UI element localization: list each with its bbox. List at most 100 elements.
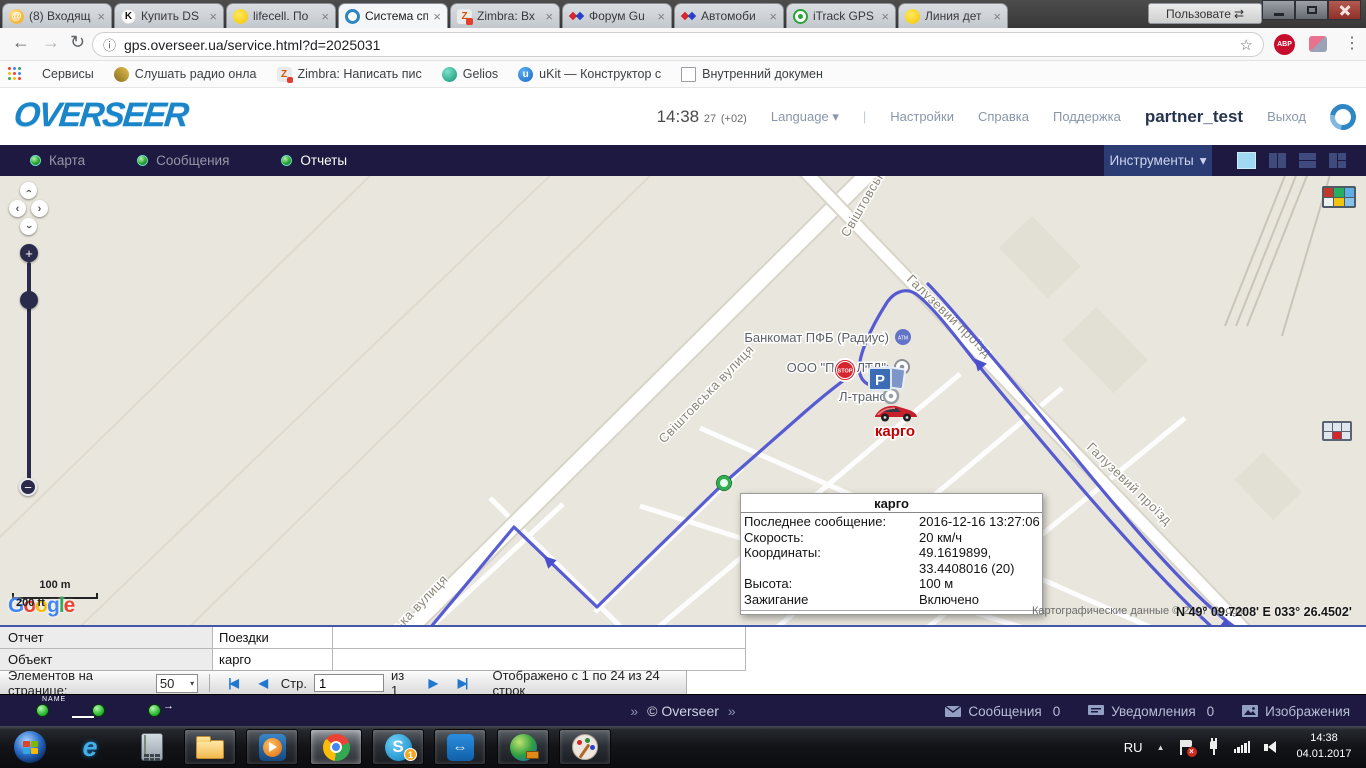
layout-two-columns-icon[interactable] — [1269, 153, 1286, 168]
window-close-button[interactable] — [1328, 0, 1361, 20]
forward-icon[interactable]: → — [42, 32, 60, 53]
skype-icon[interactable]: S1 — [372, 729, 424, 765]
bookmark-ukit[interactable]: uuKit — Конструктор с — [518, 67, 661, 82]
tab-close-icon[interactable]: × — [433, 9, 441, 24]
page-info-icon[interactable]: ⓘ — [103, 35, 116, 54]
map-overlay-icon[interactable] — [1322, 421, 1352, 441]
tray-expand-icon[interactable]: ▲ — [1157, 743, 1165, 752]
atm-marker-icon[interactable]: ATM — [895, 329, 911, 345]
zoom-slider-handle[interactable] — [20, 291, 38, 309]
window-minimize-button[interactable] — [1262, 0, 1295, 20]
browser-menu-icon[interactable]: ⋮ — [1344, 33, 1360, 53]
window-maximize-button[interactable] — [1295, 0, 1328, 20]
browser-tab-mail[interactable]: @(8) Входящ× — [2, 3, 112, 28]
media-player-icon[interactable] — [246, 729, 298, 765]
url-omnibox[interactable]: ⓘ gps.overseer.ua/service.html?d=2025031… — [92, 32, 1264, 57]
bookmark-internal-doc[interactable]: Внутренний докумен — [681, 67, 823, 82]
tab-close-icon[interactable]: × — [657, 9, 665, 24]
start-button[interactable] — [4, 729, 56, 765]
overseer-logo[interactable]: OVERSEER — [12, 96, 189, 135]
nav-tab-reports[interactable]: Отчеты — [281, 153, 347, 168]
apps-grid-icon[interactable] — [8, 67, 22, 81]
pan-left-button[interactable]: ‹ — [9, 200, 26, 217]
stop-sign-icon[interactable]: STOP — [834, 359, 856, 381]
green-dot-icon — [30, 155, 41, 166]
prev-page-button[interactable]: ◀ — [251, 676, 274, 690]
map-layers-icon[interactable] — [1322, 186, 1356, 208]
paint-icon[interactable] — [559, 729, 611, 765]
footer-images[interactable]: Изображения — [1242, 704, 1350, 719]
language-indicator[interactable]: RU — [1124, 740, 1143, 755]
extension-icon[interactable] — [1309, 36, 1327, 52]
zoom-out-button[interactable]: − — [19, 478, 37, 496]
action-center-flag-icon[interactable]: × — [1179, 740, 1193, 755]
file-explorer-icon[interactable] — [184, 729, 236, 765]
parking-marker-icon[interactable]: P — [869, 367, 905, 390]
support-link[interactable]: Поддержка — [1053, 109, 1121, 124]
footer-notifications[interactable]: Уведомления0 — [1088, 704, 1214, 719]
zoom-in-button[interactable]: + — [20, 244, 38, 262]
logout-link[interactable]: Выход — [1267, 109, 1306, 124]
tray-clock[interactable]: 14:3804.01.2017 — [1290, 731, 1358, 763]
browser-tab-overseer-active[interactable]: Система сп× — [338, 3, 448, 28]
browser-tab-forum[interactable]: Форум Gu× — [562, 3, 672, 28]
back-icon[interactable]: ← — [12, 32, 30, 53]
browser-tab-shop[interactable]: KКупить DS× — [114, 3, 224, 28]
vehicle-name-label[interactable]: карго — [875, 423, 915, 440]
last-page-button[interactable]: ▶| — [451, 676, 474, 690]
first-page-button[interactable]: |◀ — [221, 676, 244, 690]
tab-close-icon[interactable]: × — [993, 9, 1001, 24]
browser-profile-button[interactable]: Пользовате⇄ — [1148, 3, 1262, 24]
browser-tab-line[interactable]: Линия дет× — [898, 3, 1008, 28]
language-menu[interactable]: Language ▾ — [771, 109, 839, 125]
chrome-icon[interactable] — [310, 729, 362, 765]
tab-close-icon[interactable]: × — [881, 9, 889, 24]
calculator-icon[interactable] — [126, 729, 178, 765]
browser-tab-zimbra[interactable]: ZZimbra: Вх× — [450, 3, 560, 28]
bookmark-radio[interactable]: Слушать радио онла — [114, 67, 257, 82]
settings-link[interactable]: Настройки — [890, 109, 954, 124]
pan-right-button[interactable]: › — [31, 200, 48, 217]
bookmark-star-icon[interactable]: ☆ — [1240, 36, 1253, 54]
tools-dropdown[interactable]: Инструменты▾ — [1104, 145, 1212, 176]
bookmark-zimbra[interactable]: ZZimbra: Написать пис — [277, 67, 422, 82]
help-link[interactable]: Справка — [978, 109, 1029, 124]
url-text[interactable]: gps.overseer.ua/service.html?d=2025031 — [124, 37, 1232, 53]
tab-close-icon[interactable]: × — [97, 9, 105, 24]
pan-down-button[interactable]: › — [20, 218, 37, 235]
footer-messages[interactable]: Сообщения0 — [945, 704, 1060, 719]
teamviewer-icon[interactable]: ⇔ — [434, 729, 486, 765]
map-viewport[interactable]: Свіштовська вулиця Свіштовська вулиця Св… — [0, 176, 1366, 625]
reload-icon[interactable]: ↻ — [70, 32, 85, 53]
next-page-button[interactable]: ▶ — [421, 676, 444, 690]
report-object-value[interactable]: карго — [213, 649, 333, 671]
map-canvas[interactable]: Свіштовська вулиця Свіштовська вулиця Св… — [0, 176, 1366, 625]
nav-tab-messages[interactable]: Сообщения — [137, 153, 229, 168]
network-signal-icon[interactable] — [1234, 741, 1251, 753]
pan-up-button[interactable]: › — [20, 182, 37, 199]
layout-two-rows-icon[interactable] — [1299, 153, 1316, 168]
tab-close-icon[interactable]: × — [769, 9, 777, 24]
gps-tracker-app-icon[interactable] — [497, 729, 549, 765]
nav-tab-map[interactable]: Карта — [30, 153, 85, 168]
adblock-extension-icon[interactable]: ABP — [1274, 34, 1295, 55]
page-size-select[interactable]: 50▾ — [156, 674, 198, 693]
report-type-value[interactable]: Поездки — [213, 627, 333, 649]
layout-mixed-icon[interactable] — [1329, 153, 1346, 168]
power-plug-icon[interactable] — [1207, 740, 1220, 755]
vehicle-car-icon[interactable] — [875, 406, 917, 422]
tab-close-icon[interactable]: × — [545, 9, 553, 24]
browser-tab-auto[interactable]: Автомоби× — [674, 3, 784, 28]
volume-icon[interactable] — [1264, 741, 1276, 753]
tab-close-icon[interactable]: × — [321, 9, 329, 24]
bookmark-services[interactable]: Сервисы — [42, 67, 94, 81]
internet-explorer-icon[interactable]: e — [64, 729, 116, 765]
ltrans-poi-icon[interactable] — [884, 389, 898, 403]
bookmark-gelios[interactable]: Gelios — [442, 67, 498, 82]
layout-single-icon[interactable] — [1238, 153, 1255, 168]
tab-close-icon[interactable]: × — [209, 9, 217, 24]
page-number-input[interactable] — [314, 674, 384, 692]
trip-start-marker[interactable] — [717, 476, 732, 491]
browser-tab-lifecell[interactable]: lifecell. По× — [226, 3, 336, 28]
browser-tab-itrack[interactable]: iTrack GPS× — [786, 3, 896, 28]
